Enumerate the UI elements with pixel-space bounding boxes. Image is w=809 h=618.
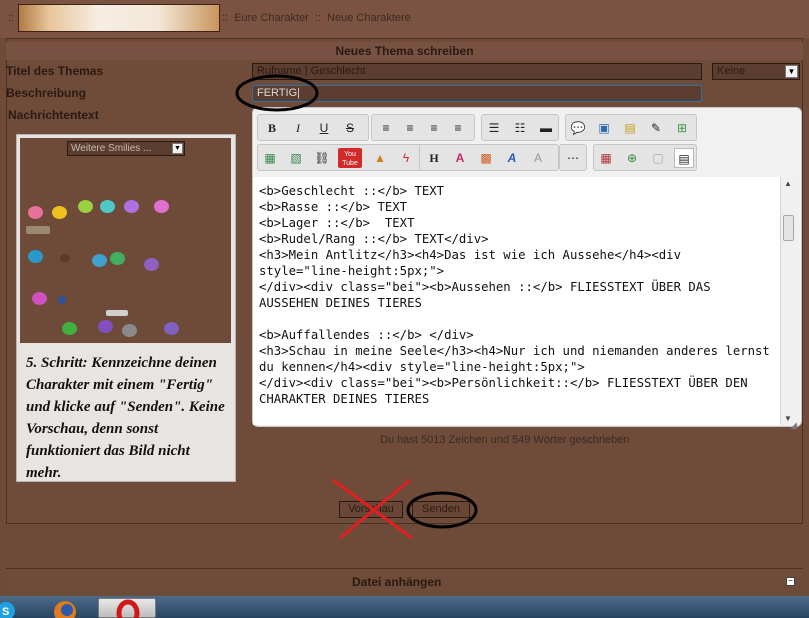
svg-text:S: S bbox=[2, 606, 9, 618]
annotation-circle-fertig bbox=[235, 74, 319, 112]
skype-icon[interactable]: S bbox=[0, 599, 30, 618]
annotation-circle-send bbox=[406, 491, 478, 529]
opera-task-button[interactable] bbox=[98, 598, 156, 618]
annotation-overlay bbox=[235, 74, 478, 540]
firefox-icon[interactable] bbox=[50, 599, 80, 618]
attachment-title[interactable]: Datei anhängen bbox=[352, 575, 441, 589]
collapse-icon[interactable]: − bbox=[786, 577, 795, 586]
